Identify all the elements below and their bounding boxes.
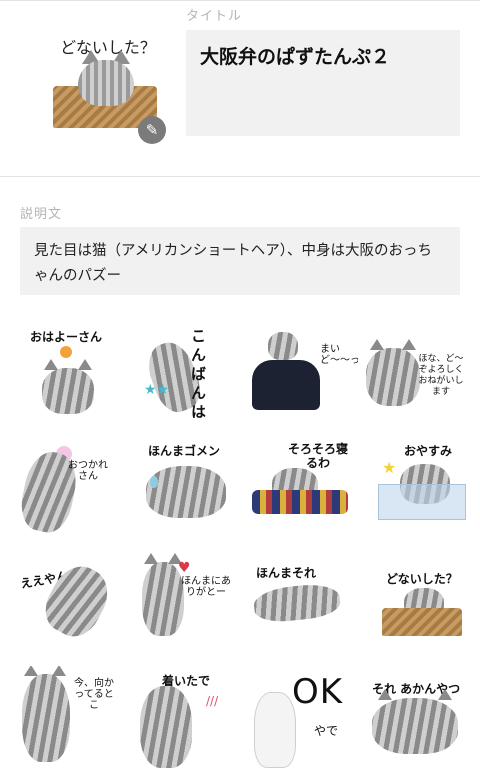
edit-button[interactable]: ✎ — [138, 116, 166, 144]
title-value: 大阪弁のぱずたんぷ２ — [200, 46, 391, 68]
cat-image — [146, 466, 226, 518]
bag-image — [252, 360, 320, 410]
sun-icon — [60, 346, 72, 358]
sticker-text: ほんまゴメン — [148, 444, 221, 458]
sticker-item[interactable]: どないした？ — [360, 552, 470, 660]
sticker-text: まいど〜〜っ — [320, 344, 358, 366]
sticker-text: どないした？ — [386, 572, 458, 586]
box-image — [378, 484, 466, 520]
title-section-label: タイトル — [186, 9, 243, 24]
sticker-item[interactable]: 着いたで /// — [130, 666, 240, 774]
sticker-item[interactable]: ほな、ど〜ぞよろしくおねがいします — [360, 324, 470, 432]
sticker-item[interactable]: OK やで — [248, 666, 358, 774]
sparkle-icon: /// — [206, 694, 219, 708]
sticker-text: 今、向かってるとこ — [74, 678, 114, 711]
tear-icon — [150, 476, 158, 488]
cat-image — [366, 339, 420, 406]
cat-image — [42, 359, 94, 414]
cat-image — [252, 581, 342, 625]
star-icon: ★ — [382, 458, 397, 477]
sticker-item[interactable]: それ あかんやつ — [360, 666, 470, 774]
top-divider — [0, 0, 480, 1]
pencil-icon: ✎ — [145, 121, 159, 139]
sticker-item[interactable]: おつかれさん — [12, 438, 122, 546]
sticker-text: ほな、ど〜ぞよろしくおねがいします — [418, 354, 464, 397]
sticker-text: おはよーさん — [30, 330, 103, 344]
sticker-text: おつかれさん — [68, 460, 108, 482]
sticker-item[interactable]: おはよーさん — [12, 324, 122, 432]
sticker-item[interactable]: 今、向かってるとこ — [12, 666, 122, 774]
cat-image — [140, 686, 192, 768]
sticker-text: ほんまそれ — [256, 566, 317, 580]
cat-image — [22, 666, 70, 762]
star-icon: ★★ — [144, 382, 170, 398]
sticker-item[interactable]: こんばんは ★★ — [130, 324, 240, 432]
title-field[interactable]: 大阪弁のぱずたんぷ２ — [186, 30, 460, 136]
description-value: 見た目は猫（アメリカンショートヘア）、中身は大阪のおっちゃんのパズー — [34, 243, 433, 284]
sticker-text: こんばんは — [189, 328, 207, 423]
sticker-item[interactable]: まいど〜〜っ — [248, 324, 358, 432]
section-divider — [0, 176, 480, 177]
sticker-item[interactable]: そろそろ寝るわ — [248, 438, 358, 546]
sticker-text: おやすみ — [404, 444, 453, 458]
cat-image — [268, 332, 298, 360]
heart-icon: ♥ — [178, 560, 191, 576]
sticker-item[interactable]: ほんまゴメン — [130, 438, 240, 546]
cat-image — [78, 60, 134, 106]
cushion-image — [252, 490, 348, 514]
main-sticker-caption: どないした？ — [60, 38, 156, 57]
sticker-grid: おはよーさん こんばんは ★★ まいど〜〜っ ほな、ど〜ぞよろしくおねがいします… — [0, 316, 480, 772]
basket-image — [382, 608, 462, 636]
sticker-text: OK — [292, 672, 344, 712]
sticker-text: そろそろ寝るわ — [288, 442, 349, 470]
sticker-item[interactable]: ええやん！ — [12, 552, 122, 660]
sticker-item[interactable]: ♥ ほんまにありがとー — [130, 552, 240, 660]
paw-image — [254, 692, 296, 768]
sticker-item[interactable]: おやすみ ★ — [360, 438, 470, 546]
sticker-text: ほんまにありがとー — [181, 576, 231, 598]
cat-image — [372, 689, 458, 754]
description-section-label: 説明文 — [20, 207, 63, 222]
description-field[interactable]: 見た目は猫（アメリカンショートヘア）、中身は大阪のおっちゃんのパズー — [20, 227, 460, 295]
sticker-item[interactable]: ほんまそれ — [248, 552, 358, 660]
sticker-subtext: やで — [314, 724, 339, 738]
